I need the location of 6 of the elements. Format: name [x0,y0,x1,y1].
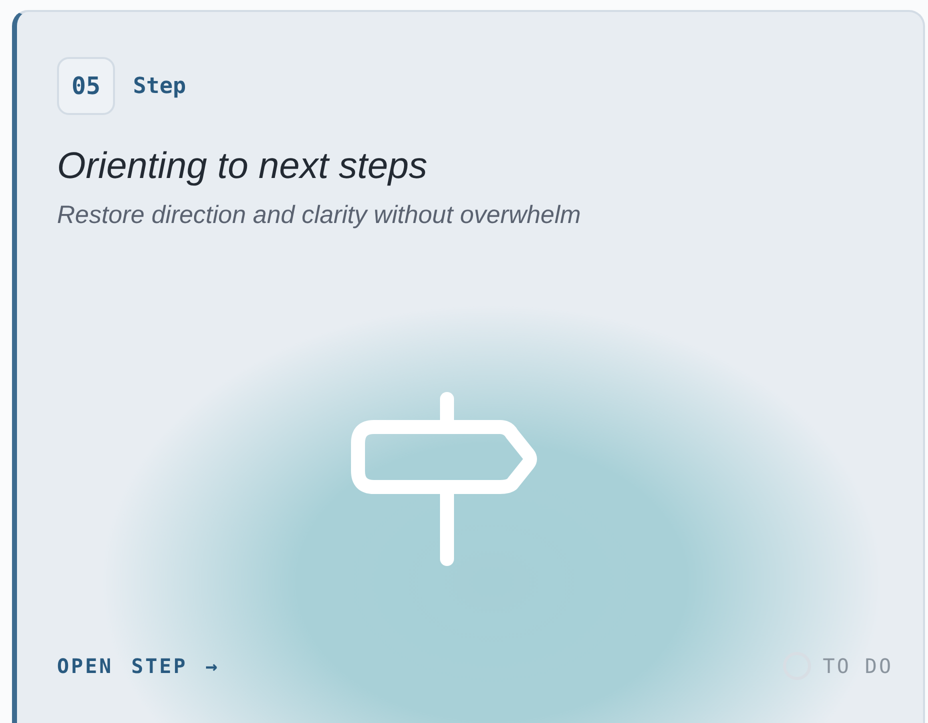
open-step-link[interactable]: OPEN STEP → [57,654,220,678]
step-subtitle: Restore direction and clarity without overwhelm [57,201,582,230]
status-label: TO DO [822,654,893,678]
step-title: Orienting to next steps [57,145,428,187]
step-label: Step [133,74,186,98]
step-number: 05 [57,57,115,115]
